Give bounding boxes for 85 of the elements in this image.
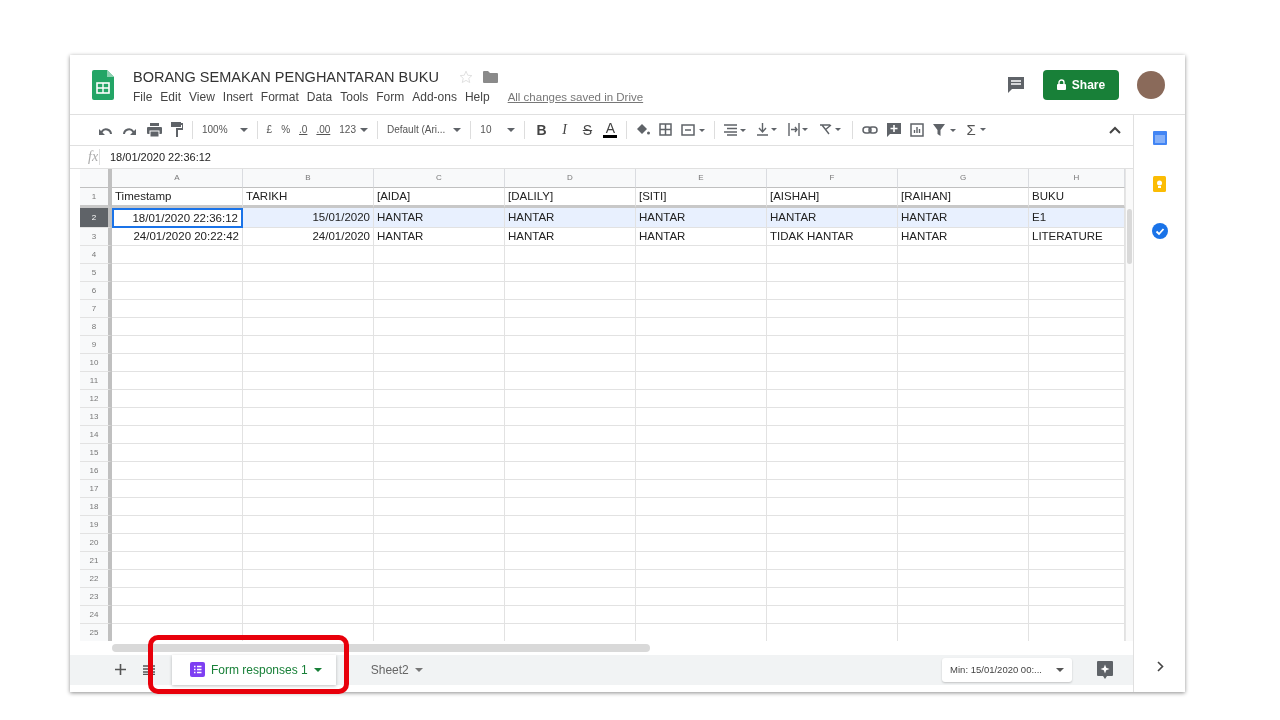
- increase-decimal-button[interactable]: .00: [316, 124, 331, 136]
- font-dropdown[interactable]: Default (Ari...: [387, 124, 462, 136]
- percent-format-button[interactable]: %: [281, 124, 291, 136]
- collapse-caret-icon[interactable]: [1109, 125, 1121, 134]
- table-cell: HANTAR: [505, 227, 636, 246]
- menu-item[interactable]: Add-ons: [412, 90, 457, 104]
- add-comment-icon[interactable]: [887, 122, 902, 137]
- avatar[interactable]: [1137, 70, 1165, 99]
- table-cell: 24/01/2020 20:22:42: [112, 227, 243, 246]
- text-rotation-icon[interactable]: [819, 123, 844, 137]
- vertical-align-icon[interactable]: [757, 123, 780, 137]
- form-icon: [190, 662, 205, 678]
- table-cell: HANTAR: [374, 207, 505, 228]
- menu-item[interactable]: Format: [260, 90, 299, 104]
- document-title[interactable]: BORANG SEMAKAN PENGHANTARAN BUKU: [133, 69, 439, 85]
- menu-item[interactable]: Insert: [222, 90, 253, 104]
- currency-format-button[interactable]: £: [266, 124, 273, 136]
- table-cell: HANTAR: [767, 207, 898, 228]
- paint-format-icon[interactable]: [171, 122, 183, 138]
- menu-item[interactable]: Form: [376, 90, 405, 104]
- filter-icon[interactable]: [933, 123, 958, 136]
- functions-button[interactable]: Σ: [966, 121, 986, 139]
- lock-icon: [1056, 79, 1066, 90]
- font-size-dropdown[interactable]: 10: [480, 124, 516, 136]
- text-wrapping-icon[interactable]: [788, 123, 811, 137]
- zoom-dropdown[interactable]: 100%: [202, 124, 248, 136]
- table-cell: 18/01/2020 22:36:12: [112, 207, 243, 228]
- table-cell: 24/01/2020: [243, 227, 374, 246]
- row-number[interactable]: 1: [80, 187, 112, 208]
- sheet-tab[interactable]: Form responses 1: [172, 655, 336, 685]
- comment-icon[interactable]: [1007, 75, 1025, 94]
- caret-icon: [313, 668, 322, 672]
- summary-dropdown[interactable]: Min: 15/01/2020 00:...: [942, 658, 1072, 682]
- vertical-scrollbar[interactable]: [1125, 168, 1133, 641]
- horizontal-scrollbar[interactable]: [112, 644, 650, 652]
- italic-button[interactable]: I: [557, 121, 572, 138]
- table-cell: TIDAK HANTAR: [767, 227, 898, 246]
- all-sheets-menu-icon[interactable]: [143, 665, 155, 675]
- table-cell: HANTAR: [374, 227, 505, 246]
- formula-field[interactable]: 18/01/2020 22:36:12: [110, 150, 211, 163]
- caret-icon: [239, 127, 248, 132]
- link-icon[interactable]: [862, 125, 879, 134]
- table-cell: HANTAR: [636, 207, 767, 228]
- share-button[interactable]: Share: [1043, 69, 1119, 100]
- menu-item[interactable]: File: [133, 90, 153, 104]
- menu-item[interactable]: Edit: [160, 90, 182, 104]
- strikethrough-button[interactable]: S: [580, 121, 595, 138]
- table-cell: HANTAR: [636, 227, 767, 246]
- menu-item[interactable]: Help: [464, 90, 490, 104]
- number-format-dropdown[interactable]: 123: [339, 124, 368, 136]
- merge-cells-icon[interactable]: [681, 123, 706, 136]
- folder-icon[interactable]: [482, 71, 498, 83]
- calendar-icon[interactable]: [1152, 131, 1167, 145]
- caret-icon: [507, 127, 516, 132]
- table-cell: HANTAR: [898, 207, 1029, 228]
- caret-icon: [979, 128, 986, 132]
- menu-item[interactable]: Data: [306, 90, 333, 104]
- formula-label: fx: [70, 148, 100, 165]
- print-icon[interactable]: [147, 122, 162, 137]
- horizontal-align-icon[interactable]: [724, 123, 749, 136]
- caret-icon: [414, 668, 423, 672]
- explore-icon[interactable]: [1097, 661, 1113, 679]
- tasks-icon[interactable]: [1151, 223, 1168, 239]
- bold-button[interactable]: B: [534, 121, 549, 138]
- caret-icon: [453, 127, 462, 132]
- table-cell: E1: [1029, 207, 1125, 228]
- text-color-button[interactable]: A: [603, 121, 618, 139]
- expand-panel-icon[interactable]: [1157, 661, 1164, 672]
- decrease-decimal-button[interactable]: .0: [299, 124, 308, 136]
- add-sheet-icon[interactable]: [115, 664, 126, 676]
- table-cell: 15/01/2020: [243, 207, 374, 228]
- table-cell: HANTAR: [505, 207, 636, 228]
- sheet-tab[interactable]: Sheet2: [352, 655, 437, 685]
- menu-item[interactable]: View: [189, 90, 215, 104]
- row-number[interactable]: 2: [80, 207, 112, 228]
- save-status-link[interactable]: All changes saved in Drive: [507, 91, 644, 103]
- chart-icon[interactable]: [910, 122, 925, 137]
- menu-item[interactable]: Tools: [340, 90, 369, 104]
- spreadsheet-logo-icon[interactable]: [92, 69, 114, 100]
- table-cell: HANTAR: [898, 227, 1029, 246]
- fill-color-icon[interactable]: [636, 123, 651, 137]
- caret-icon: [360, 127, 368, 132]
- borders-icon[interactable]: [659, 123, 673, 137]
- star-icon[interactable]: [458, 70, 473, 84]
- caret-icon: [1056, 668, 1064, 672]
